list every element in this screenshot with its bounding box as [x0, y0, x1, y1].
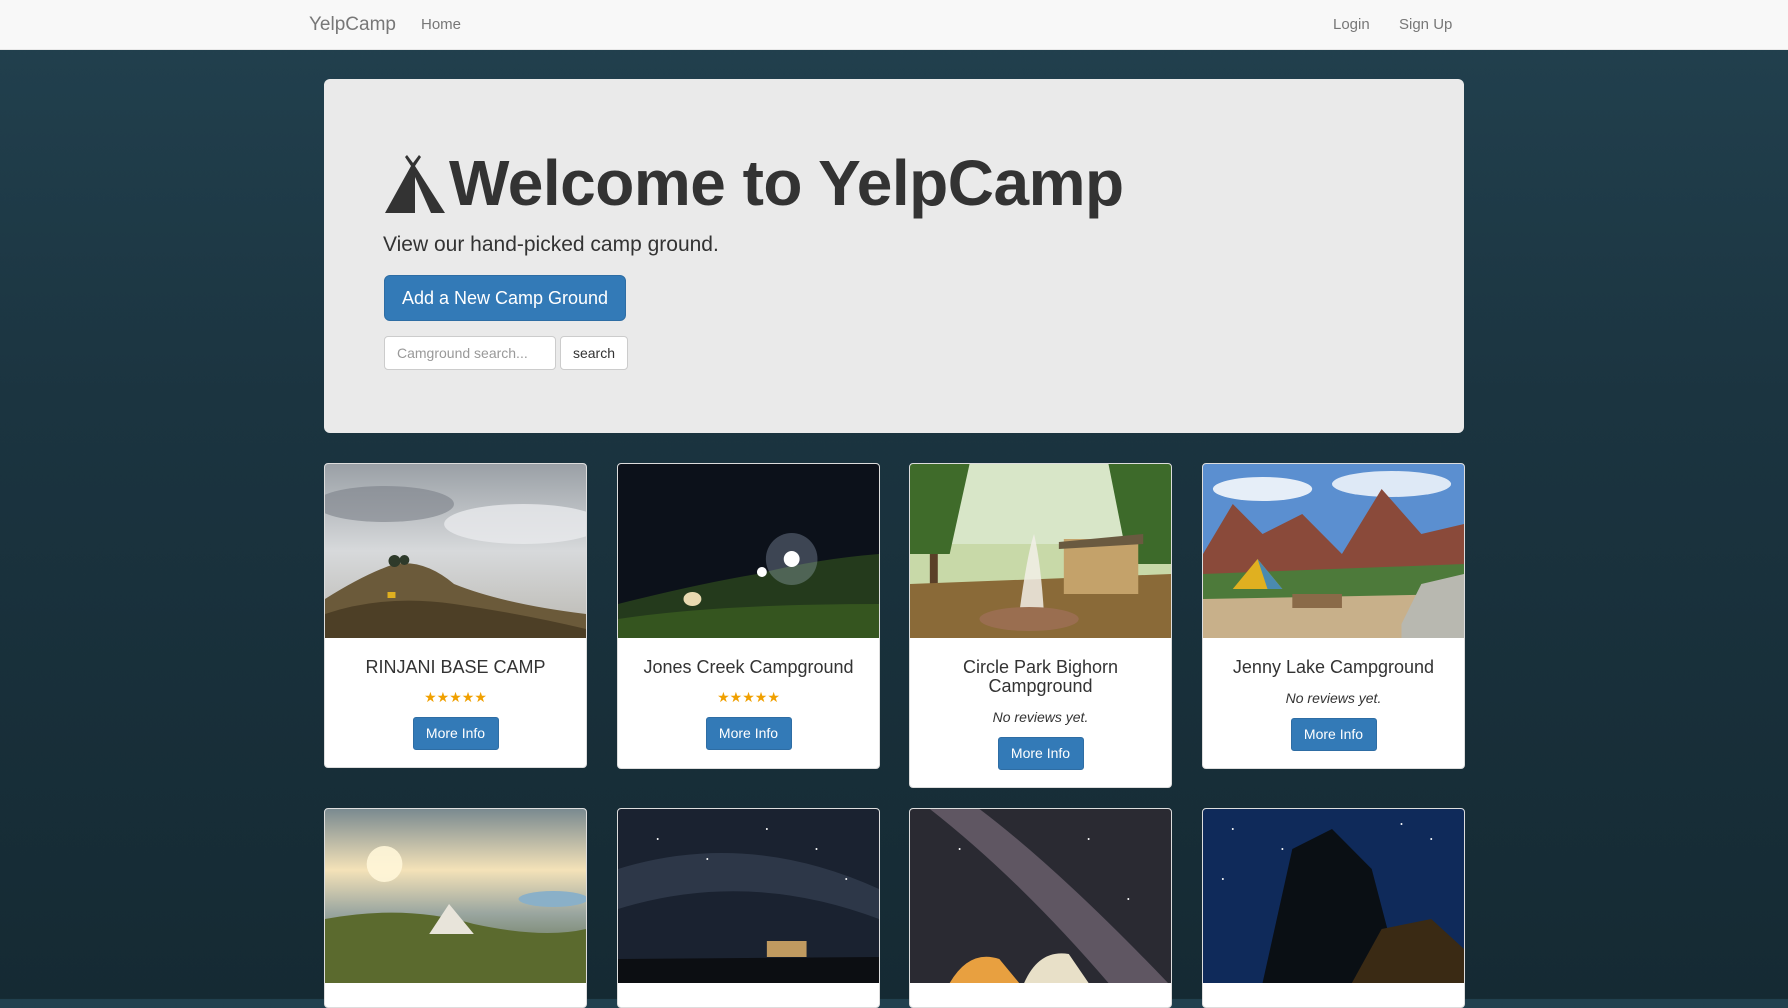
- tent-icon: [385, 155, 445, 213]
- no-reviews-text: No reviews yet.: [992, 708, 1089, 725]
- campground-photo: [1203, 809, 1464, 983]
- nav-login-link[interactable]: Login: [1333, 16, 1370, 33]
- campground-name: Circle Park Bighorn Campground: [962, 657, 1119, 696]
- no-reviews-text: No reviews yet.: [1285, 689, 1382, 706]
- campground-photo: [325, 464, 586, 638]
- campground-name: RINJANI BASE CAMP: [365, 657, 546, 677]
- campground-search-input[interactable]: [384, 336, 556, 370]
- campground-card-row2-2: [617, 808, 880, 1008]
- campground-card-row2-3: [909, 808, 1172, 1008]
- campground-photo: [910, 809, 1171, 983]
- campground-photo: [910, 464, 1171, 638]
- rating-stars: ★★★★★: [424, 688, 487, 705]
- rating-stars: ★★★★★: [717, 688, 780, 705]
- campground-card-circle-park: Circle Park Bighorn Campground No review…: [909, 463, 1172, 788]
- campground-photo: [618, 809, 879, 983]
- more-info-button[interactable]: More Info: [997, 736, 1084, 770]
- add-campground-button[interactable]: Add a New Camp Ground: [384, 275, 626, 321]
- campground-card-jones-creek: Jones Creek Campground ★★★★★ More Info: [617, 463, 880, 769]
- hero-jumbotron: Welcome to YelpCamp View our hand-picked…: [324, 79, 1464, 433]
- campground-photo: [1203, 464, 1464, 638]
- campground-card-row2-1: [324, 808, 587, 1008]
- hero-title-row: Welcome to YelpCamp: [383, 145, 1124, 215]
- campground-photo: [618, 464, 879, 638]
- hero-subtitle: View our hand-picked camp ground.: [383, 233, 719, 256]
- campground-photo: [325, 809, 586, 983]
- more-info-button[interactable]: More Info: [412, 716, 499, 750]
- campground-name: Jones Creek Campground: [643, 657, 854, 677]
- campground-card-jenny-lake: Jenny Lake Campground No reviews yet. Mo…: [1202, 463, 1465, 769]
- more-info-button[interactable]: More Info: [1290, 717, 1377, 751]
- search-button[interactable]: search: [560, 336, 628, 370]
- brand-link[interactable]: YelpCamp: [309, 14, 396, 36]
- more-info-button[interactable]: More Info: [705, 716, 792, 750]
- nav-home-link[interactable]: Home: [421, 16, 461, 33]
- navbar: YelpCamp Home Login Sign Up: [0, 0, 1788, 50]
- nav-signup-link[interactable]: Sign Up: [1399, 16, 1452, 33]
- campground-card-rinjani: RINJANI BASE CAMP ★★★★★ More Info: [324, 463, 587, 768]
- campground-card-row2-4: [1202, 808, 1465, 1008]
- campground-name: Jenny Lake Campground: [1232, 657, 1435, 677]
- page-title: Welcome to YelpCamp: [449, 147, 1124, 219]
